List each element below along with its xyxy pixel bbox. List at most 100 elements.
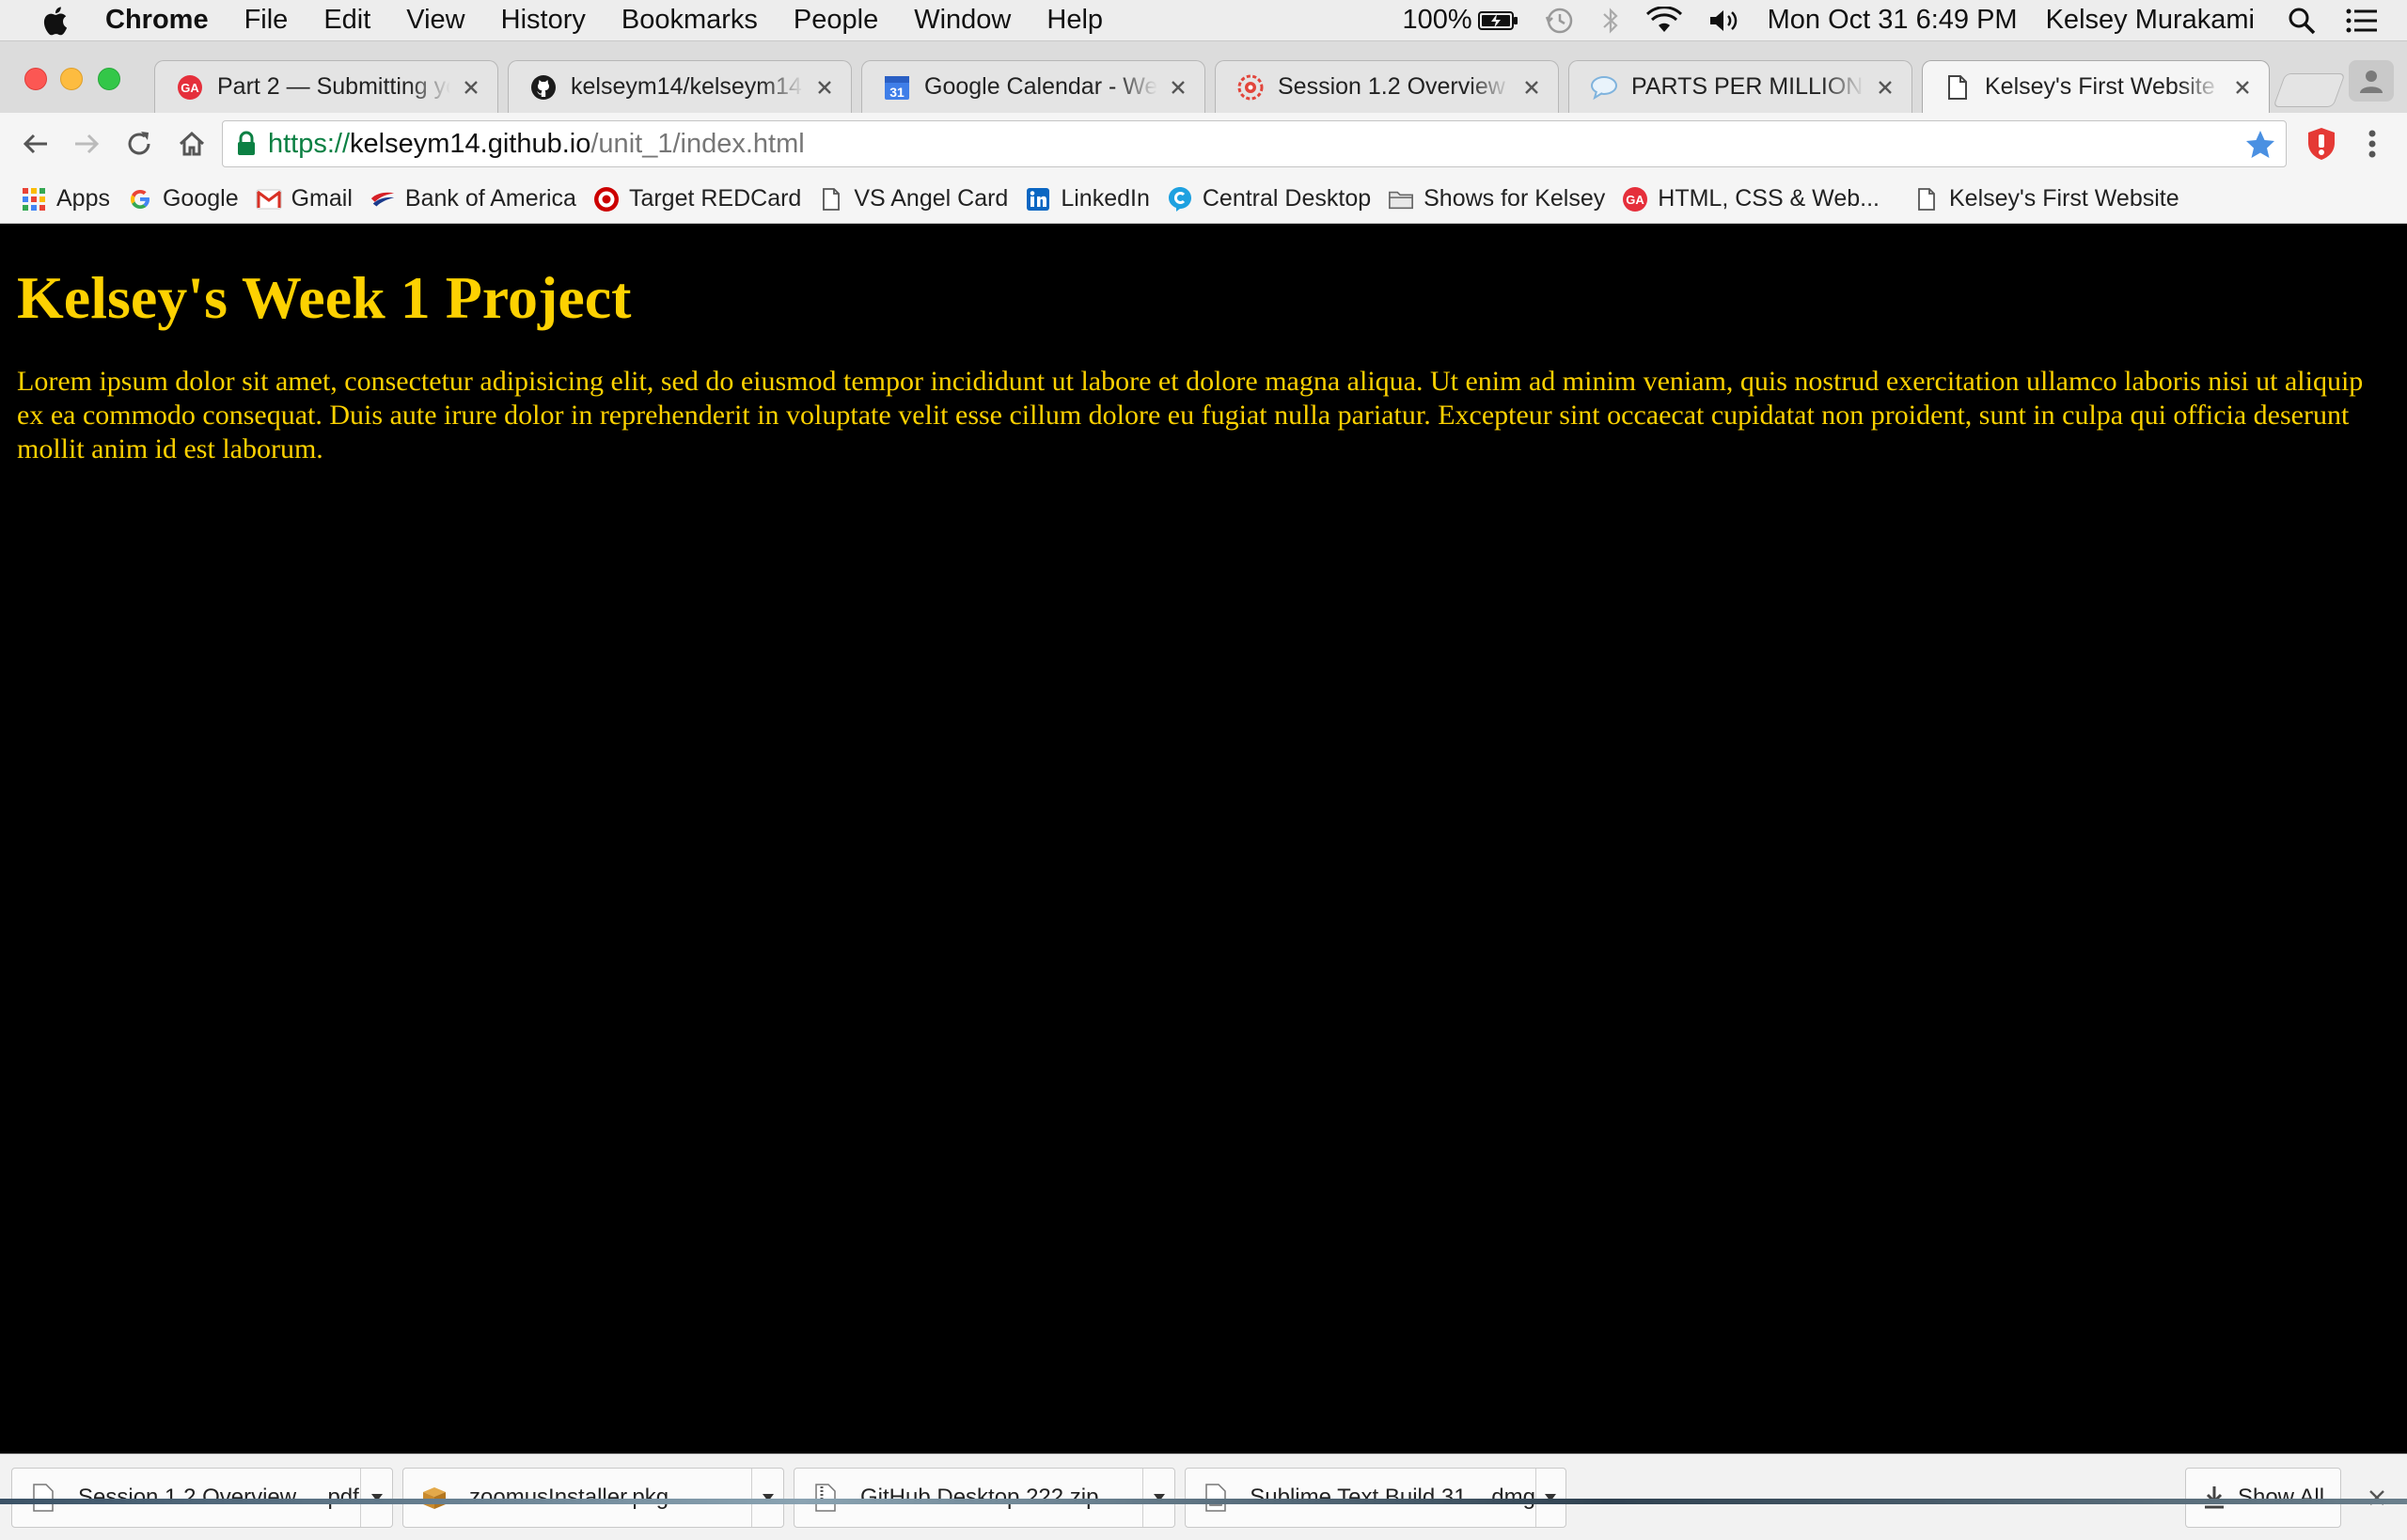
bookmark-central-desktop[interactable]: Central Desktop [1167,181,1371,218]
bookmark-google[interactable]: Google [127,181,239,218]
forward-button[interactable] [64,121,109,166]
tab-close-icon[interactable] [2229,74,2256,101]
tab-title: Kelsey's First Website [1985,73,2215,100]
notification-center-icon[interactable] [2345,8,2379,34]
page-heading: Kelsey's Week 1 Project [17,264,632,331]
calendar-favicon-day: 31 [889,85,905,100]
show-all-label: Show All [2237,1485,2325,1510]
secure-lock-icon[interactable] [236,131,257,157]
chrome-menu-icon[interactable] [2352,124,2392,164]
tab-kelseys-first-website[interactable]: Kelsey's First Website [1922,60,2270,113]
download-item-github-desktop[interactable]: GitHub Desktop 222.zip [794,1468,1175,1528]
tab-parts-per-million[interactable]: PARTS PER MILLION CO [1568,60,1912,113]
google-icon [127,186,153,212]
zoom-window-button[interactable] [98,68,120,90]
bookmark-vs-angel-card[interactable]: VS Angel Card [818,181,1008,218]
linkedin-icon [1025,186,1051,212]
time-machine-icon[interactable] [1544,5,1576,37]
url-path: /unit_1/index.html [590,128,805,159]
tab-session-overview[interactable]: Session 1.2 Overview of [1215,60,1559,113]
svg-text:GA: GA [1627,193,1645,207]
package-icon [420,1482,448,1514]
bluetooth-icon[interactable] [1600,5,1621,37]
bookmark-label: Shows for Kelsey [1424,185,1606,212]
bookmark-star-icon[interactable] [2244,129,2276,161]
tab-google-calendar[interactable]: 31 Google Calendar - Week [861,60,1205,113]
tab-title: Session 1.2 Overview of [1278,73,1511,100]
bookmark-label: Bank of America [404,185,576,212]
url-host: kelseym14.github.io [350,128,591,159]
battery-status[interactable]: 100% [1402,5,1518,36]
close-window-button[interactable] [24,68,47,90]
back-button[interactable] [13,121,58,166]
menu-edit[interactable]: Edit [323,5,370,36]
browser-toolbar: https://kelseym14.github.io/unit_1/index… [0,113,2407,175]
download-menu-chevron-down-icon[interactable] [360,1469,392,1527]
tab-title: Part 2 — Submitting your [217,73,450,100]
tab-close-icon[interactable] [1872,74,1898,101]
gmail-icon [256,186,282,212]
bookmark-apps[interactable]: Apps [21,181,110,218]
download-filename: Sublime Text Build 31....dmg [1250,1485,1535,1510]
menu-window[interactable]: Window [914,5,1011,36]
disk-image-icon [1203,1482,1229,1514]
address-bar[interactable]: https://kelseym14.github.io/unit_1/index… [222,120,2287,167]
clock[interactable]: Mon Oct 31 6:49 PM [1768,5,2018,36]
download-item-session-pdf[interactable]: Session 1.2 Overview ....pdf [11,1468,393,1528]
battery-percent: 100% [1402,5,1472,35]
menu-app-name[interactable]: Chrome [105,5,209,36]
menu-bookmarks[interactable]: Bookmarks [621,5,758,36]
github-icon [529,73,558,102]
download-menu-chevron-down-icon[interactable] [751,1469,783,1527]
tab-title: Google Calendar - Week [924,73,1157,100]
tab-close-icon[interactable] [458,74,484,101]
macos-menu-bar: Chrome File Edit View History Bookmarks … [0,0,2407,41]
url-scheme: https:// [268,128,351,159]
menu-people[interactable]: People [794,5,878,36]
home-button[interactable] [169,121,214,166]
download-item-zoom-installer[interactable]: zoomusInstaller.pkg [402,1468,784,1528]
apple-menu-icon[interactable] [38,4,71,38]
download-item-sublime-text[interactable]: Sublime Text Build 31....dmg [1185,1468,1566,1528]
bookmark-label: VS Angel Card [854,185,1009,212]
bookmark-linkedin[interactable]: LinkedIn [1025,181,1150,218]
menu-history[interactable]: History [501,5,586,36]
chrome-window: GA Part 2 — Submitting your kelseym14/ke… [0,41,2407,1540]
menu-help[interactable]: Help [1046,5,1103,36]
bookmarks-bar: Apps Google Gmail Bank of America Target… [0,175,2407,224]
bookmark-label: HTML, CSS & Web... [1658,185,1880,212]
bookmark-kelseys-first-website[interactable]: Kelsey's First Website [1913,181,2179,218]
bank-of-america-icon [370,186,396,212]
menu-view[interactable]: View [406,5,464,36]
bookmark-bank-of-america[interactable]: Bank of America [370,181,576,218]
volume-icon[interactable] [1707,7,1743,35]
page-paragraph: Lorem ipsum dolor sit amet, consectetur … [17,366,2364,464]
tab-close-icon[interactable] [811,74,838,101]
bookmark-html-css-web[interactable]: GA HTML, CSS & Web... [1622,181,1880,218]
tab-close-icon[interactable] [1518,74,1545,101]
adblock-extension-icon[interactable] [2302,124,2341,164]
target-icon [593,186,620,212]
download-menu-chevron-down-icon[interactable] [1534,1469,1565,1527]
bookmark-folder-shows-for-kelsey[interactable]: Shows for Kelsey [1388,181,1605,218]
spotlight-search-icon[interactable] [2287,6,2317,36]
tab-github-repo[interactable]: kelseym14/kelseym14.github [508,60,852,113]
minimize-window-button[interactable] [60,68,83,90]
pdf-file-icon [29,1482,57,1514]
new-tab-button[interactable] [2273,73,2346,107]
calendar-icon: 31 [883,73,911,102]
tab-part-2-submitting[interactable]: GA Part 2 — Submitting your [154,60,498,113]
ga-icon: GA [1622,186,1648,212]
desktop-wallpaper-strip [0,1499,2407,1504]
close-downloads-shelf-icon[interactable] [2360,1481,2394,1515]
download-menu-chevron-down-icon[interactable] [1142,1469,1174,1527]
show-all-downloads-button[interactable]: Show All [2185,1468,2341,1528]
user-name[interactable]: Kelsey Murakami [2046,5,2255,36]
tab-close-icon[interactable] [1165,74,1191,101]
wifi-icon[interactable] [1645,6,1683,35]
reload-button[interactable] [117,121,162,166]
bookmark-gmail[interactable]: Gmail [256,181,353,218]
menu-file[interactable]: File [244,5,289,36]
profile-avatar-icon[interactable] [2349,60,2394,102]
bookmark-target-redcard[interactable]: Target REDCard [593,181,801,218]
